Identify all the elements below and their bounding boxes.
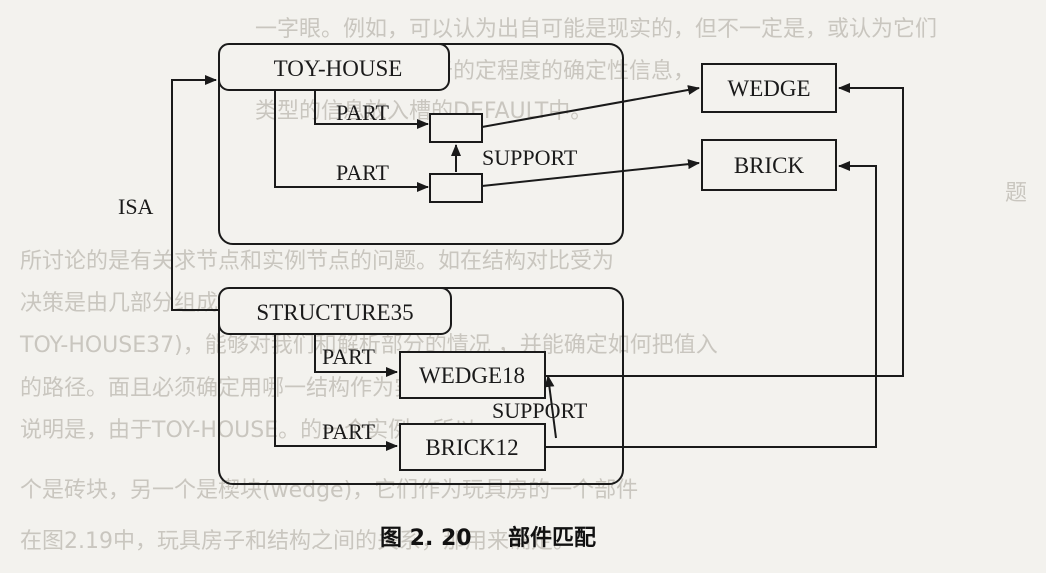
isa-arrow: [171, 75, 219, 311]
figure-caption-title: 部件匹配: [508, 525, 596, 551]
model-support-label: SUPPORT: [482, 145, 578, 170]
bleed-line: 题: [1005, 181, 1027, 206]
wedge18-label: WEDGE18: [419, 363, 525, 388]
figure-caption-number: 图 2. 20: [380, 526, 472, 551]
bleed-line: 个是砖块，另一个是楔块(wedge)，它们作为玩具房的一个部件: [20, 478, 638, 503]
isa-label: ISA: [118, 194, 154, 219]
instance-part-label-1: PART: [322, 344, 375, 369]
model-part-label-2: PART: [336, 160, 389, 185]
brick12-label: BRICK12: [425, 435, 518, 460]
toy-house-label: TOY-HOUSE: [274, 56, 403, 81]
bleed-line: 在图2.19中，玩具房子和结构之间的关系，那用来确定。: [20, 529, 575, 554]
bleed-line: 类型的信息放入槽的DEFAULT中。: [255, 99, 592, 124]
model-part-slot-1: [429, 113, 483, 143]
bleed-line: 的路径。面且必须确定用哪一结构作为实例。: [20, 376, 460, 401]
instance-part-label-2: PART: [322, 419, 375, 444]
model-part-slot-2: [429, 173, 483, 203]
brick-label: BRICK: [734, 153, 805, 178]
instance-support-label: SUPPORT: [492, 398, 588, 423]
structure35-label: STRUCTURE35: [256, 300, 413, 325]
figure-page: 一字眼。例如，可以认为出自可能是现实的，但不一定是，或认为它们 一定是。把每种关…: [0, 0, 1046, 573]
bleed-line: 一字眼。例如，可以认为出自可能是现实的，但不一定是，或认为它们: [255, 17, 937, 42]
part-matching-diagram: 一字眼。例如，可以认为出自可能是现实的，但不一定是，或认为它们 一定是。把每种关…: [19, 17, 1027, 554]
brick12-to-brick-arrow: [545, 161, 877, 448]
model-part-label-1: PART: [336, 100, 389, 125]
bleed-line: 所讨论的是有关求节点和实例节点的问题。如在结构对比受为: [20, 249, 614, 274]
wedge-label: WEDGE: [727, 76, 810, 101]
